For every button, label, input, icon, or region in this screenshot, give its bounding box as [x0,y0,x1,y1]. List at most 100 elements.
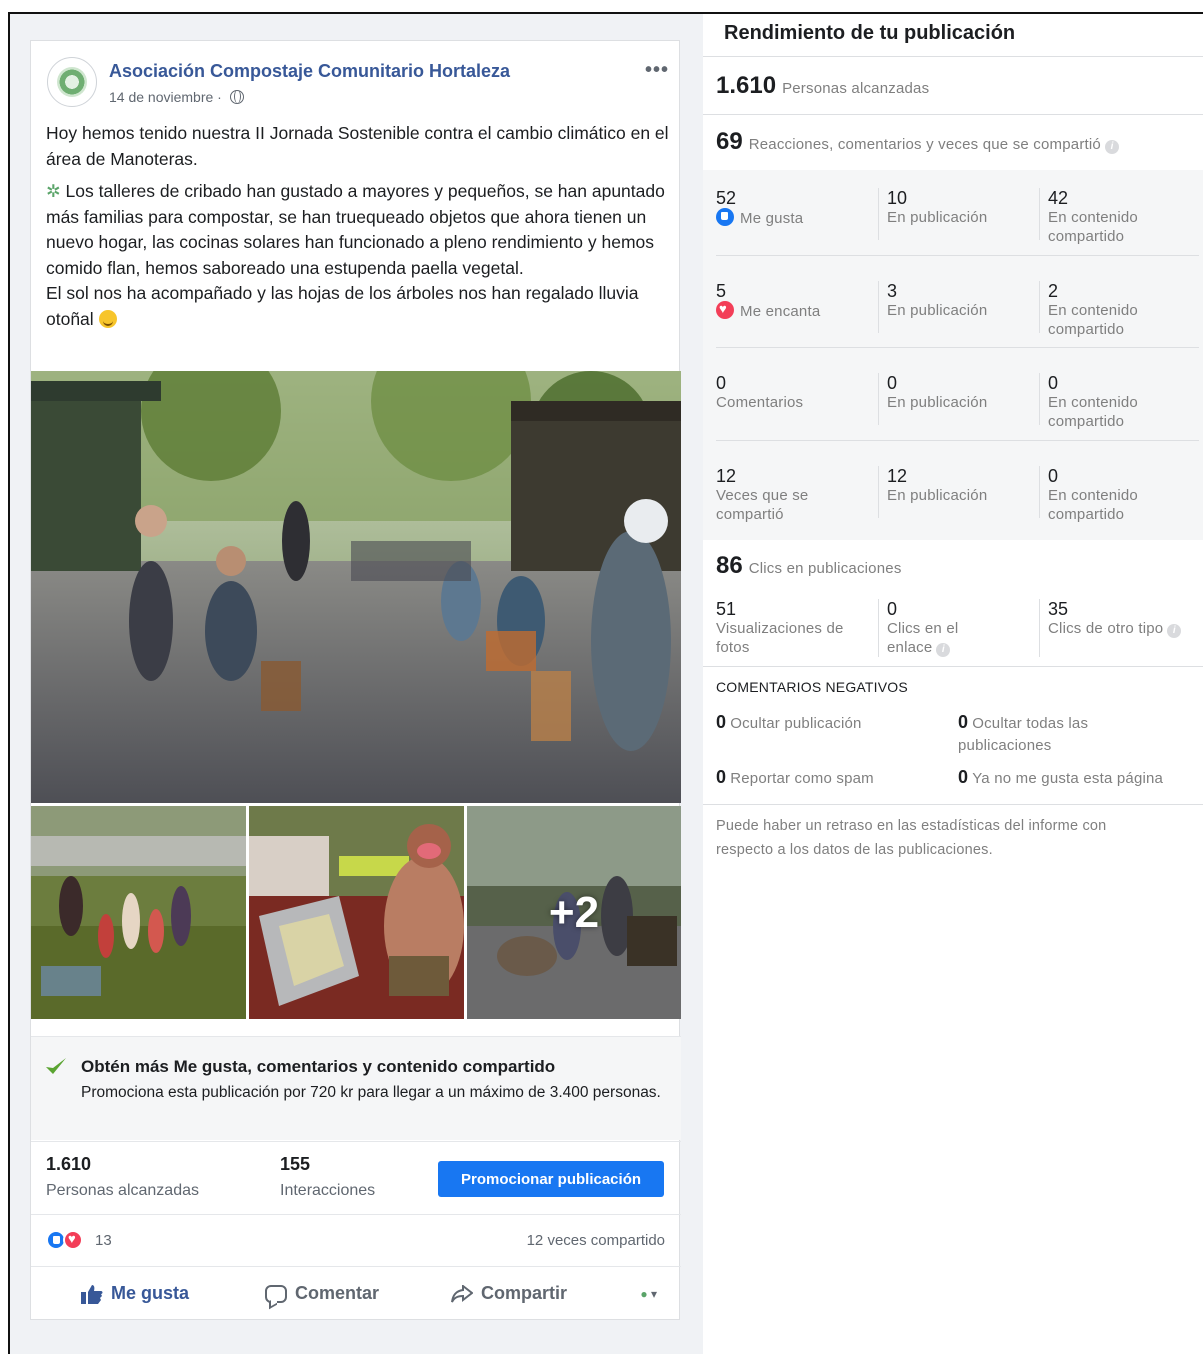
actions-row: Me gusta Comentar Compartir ● ▾ [31,1269,681,1319]
post-date[interactable]: 14 de noviembre · [109,89,244,105]
comments-total: 0 [716,373,727,393]
on-shares-label: En contenido compartido [1048,487,1138,523]
post-photo-row: +2 [31,806,681,1019]
unlike-page-value: 0 [958,767,969,787]
shares-label: Veces que se compartió [716,487,809,523]
likes-on-post: 10 [887,188,908,208]
other-clicks-value: 35 [1048,599,1069,619]
reach-value: 1.610 [46,1154,92,1174]
likes-label: Me gusta [740,210,804,227]
reach-stat-label: Personas alcanzadas [782,80,930,97]
post-stats-row: 1.610 Personas alcanzadas 155 Interaccio… [31,1141,681,1215]
check-icon [46,1058,66,1074]
sprout-emoji: ✲ [46,181,61,201]
info-icon[interactable]: i [936,643,951,657]
hide-post-stat: 0 Ocultar publicación [716,711,946,735]
clicks-stat-label: Clics en publicaciones [748,560,902,577]
engagement-stat-label: Reacciones, comentarios y veces que se c… [748,136,1101,153]
post-header: Asociación Compostaje Comunitario Hortal… [47,57,669,111]
shares-on-post: 12 [887,466,908,486]
photo-views-label: Visualizaciones de fotos [716,620,844,656]
on-post-label: En publicación [887,394,988,411]
photo-views-value: 51 [716,599,737,619]
comment-label: Comentar [295,1283,380,1303]
spam-value: 0 [716,767,727,787]
clicks-stat-value: 86 [716,552,743,579]
love-small-icon [716,299,734,319]
promo-description: Promociona esta publicación por 720 kr p… [81,1084,661,1101]
report-delay-disclaimer: Puede haber un retraso en las estadístic… [716,818,1107,858]
hide-all-label: Ocultar todas las publicaciones [958,715,1089,754]
more-photos-overlay[interactable]: +2 [467,806,681,1019]
hide-all-stat: 0 Ocultar todas las publicaciones [958,711,1138,757]
reach-label: Personas alcanzadas [46,1182,199,1199]
hide-all-value: 0 [958,712,969,732]
engagement-stat: 69 Reacciones, comentarios y veces que se… [716,128,1119,156]
post-photo-thumb[interactable] [31,806,246,1019]
comments-on-shares: 0 [1048,373,1059,393]
post-date-text[interactable]: 14 de noviembre · [109,89,222,105]
clicks-stat: 86 Clics en publicaciones [716,552,902,580]
more-icon[interactable]: ••• [645,59,669,82]
globe-icon [229,90,244,104]
on-post-label: En publicación [887,302,988,319]
hide-post-label: Ocultar publicación [730,715,862,732]
like-label: Me gusta [111,1283,190,1303]
negative-feedback-heading: COMENTARIOS NEGATIVOS [716,679,908,695]
loves-total: 5 [716,281,727,301]
audience-icon: ● [640,1287,648,1301]
shares-count[interactable]: 12 veces compartido [527,1232,665,1249]
likes-on-shares: 42 [1048,188,1069,208]
loves-on-shares: 2 [1048,281,1059,301]
comments-on-post: 0 [887,373,898,393]
audience-selector[interactable]: ● ▾ [640,1287,657,1301]
reach-stat-value: 1.610 [716,72,777,99]
promo-title: Obtén más Me gusta, comentarios y conten… [81,1057,556,1076]
spam-label: Reportar como spam [730,770,874,787]
panel-title: Rendimiento de tu publicación [724,22,1016,44]
other-clicks-label: Clics de otro tipo [1048,620,1164,637]
post-text: Hoy hemos tenido nuestra II Jornada Sost… [46,121,671,339]
promo-box: Obtén más Me gusta, comentarios y conten… [31,1036,681,1140]
smiley-emoji [98,309,117,328]
page-name-link[interactable]: Asociación Compostaje Comunitario Hortal… [109,61,510,82]
engagement-stat-value: 69 [716,128,743,155]
post-photo-thumb[interactable] [249,806,464,1019]
info-icon[interactable]: i [1104,140,1119,154]
promote-post-button[interactable]: Promocionar publicación [438,1161,664,1197]
like-small-icon [716,208,734,226]
engagement-breakdown: 52 Me gusta 10 En publicación 42 En conteni… [703,170,1203,540]
love-reaction-icon[interactable] [63,1230,83,1250]
hide-post-value: 0 [716,712,727,732]
comment-button[interactable]: Comentar [265,1283,379,1304]
post-photo-thumb[interactable]: +2 [467,806,681,1019]
loves-on-post: 3 [887,281,898,301]
info-icon[interactable]: i [1167,624,1182,638]
on-post-label: En publicación [887,209,988,226]
post-paragraph: Hoy hemos tenido nuestra II Jornada Sost… [46,123,669,169]
unlike-page-stat: 0 Ya no me gusta esta página [958,766,1198,790]
like-button[interactable]: Me gusta [81,1283,189,1304]
likes-total: 52 [716,188,737,208]
loves-label: Me encanta [740,303,821,320]
post-card: Asociación Compostaje Comunitario Hortal… [30,40,681,1320]
comment-icon [265,1284,287,1303]
link-clicks-value: 0 [887,599,898,619]
comments-label: Comentarios [716,394,804,411]
page-avatar[interactable] [47,57,97,107]
like-icon [81,1284,103,1304]
share-icon [451,1284,473,1302]
reach-stat: 1.610 Personas alcanzadas [716,72,929,100]
share-button[interactable]: Compartir [451,1283,567,1304]
reactions-count[interactable]: 13 [95,1232,112,1249]
interactions-label: Interacciones [280,1182,376,1199]
post-photo-main[interactable] [31,371,681,803]
interactions-value: 155 [280,1154,311,1174]
performance-panel: Rendimiento de tu publicación 1.610 Perso… [703,14,1203,1354]
on-post-label: En publicación [887,487,988,504]
post-paragraph: ✲ Los talleres de cribado han gustado a … [46,181,665,329]
on-shares-label: En contenido compartido [1048,302,1138,338]
spam-stat: 0 Reportar como spam [716,766,946,790]
shares-on-shares: 0 [1048,466,1059,486]
on-shares-label: En contenido compartido [1048,209,1138,245]
